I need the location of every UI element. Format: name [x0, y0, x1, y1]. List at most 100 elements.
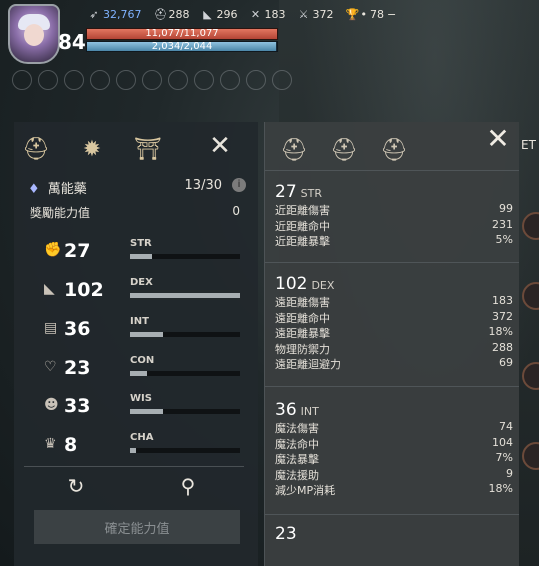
- reset-icon[interactable]: ↻: [64, 474, 88, 498]
- stat-bar-fill: [130, 448, 136, 453]
- detail-row: 近距離傷害 99: [275, 202, 513, 218]
- stat-row-dex[interactable]: ◣ 102 DEX: [44, 277, 244, 307]
- bonus-label: 獎勵能力值: [30, 206, 91, 220]
- swords-icon: ✕: [250, 7, 261, 21]
- boot-resource: ◣ 296: [202, 7, 237, 21]
- crossed-swords-icon: ⚔: [298, 7, 309, 21]
- stat-bar: [130, 293, 240, 298]
- elixir-row: ♦ 萬能藥 13/30 i: [28, 178, 246, 197]
- boot-icon: ◣: [203, 7, 212, 21]
- side-orbs: [518, 132, 539, 566]
- detail-row: 遠距離傷害 183: [275, 294, 513, 310]
- buff-slot: [38, 70, 58, 90]
- detail-label: 近距離暴擊: [275, 235, 330, 249]
- stat-name: STR: [130, 238, 152, 249]
- stat-row-wis[interactable]: ☻ 33 WIS: [44, 393, 244, 423]
- buff-slot: [90, 70, 110, 90]
- info-icon[interactable]: i: [232, 178, 246, 192]
- mp-text: 2,034/2,044: [151, 41, 213, 52]
- detail-label: 遠距離命中: [275, 311, 330, 325]
- detail-label: 物理防禦力: [275, 342, 330, 356]
- divider: [265, 170, 519, 171]
- trophy-prefix: •: [360, 8, 368, 21]
- feather-value: 32,767: [103, 8, 142, 21]
- skill-orb[interactable]: [522, 362, 539, 390]
- avatar[interactable]: [8, 4, 60, 64]
- stat-name: CHA: [130, 432, 154, 443]
- stat-bar-fill: [130, 254, 152, 259]
- helmet-gear-tab-icon[interactable]: ⛑: [279, 136, 309, 166]
- skill-orb[interactable]: [522, 212, 539, 240]
- stat-value: 8: [64, 434, 78, 456]
- fist-icon: ✊: [44, 242, 62, 258]
- detail-value: 104: [492, 435, 513, 449]
- buff-slot: [272, 70, 292, 90]
- detail-row: 魔法傷害 74: [275, 420, 513, 436]
- elixir-icon: ♦: [28, 182, 40, 197]
- stat-row-int[interactable]: ▤ 36 INT: [44, 316, 244, 346]
- hp-text: 11,077/11,077: [145, 28, 219, 39]
- star-burst-tab-icon[interactable]: ✹: [78, 136, 106, 164]
- feather-icon: ➶: [89, 7, 99, 21]
- helmet-plus-tab-icon[interactable]: ⛑: [329, 136, 359, 166]
- detail-row: 遠距離迴避力 69: [275, 356, 513, 372]
- trophy-dash: −: [387, 8, 397, 21]
- buff-slot: [64, 70, 84, 90]
- detail-value: 99: [499, 202, 513, 215]
- detail-value: 18%: [488, 482, 513, 496]
- confirm-stats-button[interactable]: 確定能力值: [34, 510, 240, 544]
- stat-row-cha[interactable]: ♛ 8 CHA: [44, 432, 244, 462]
- dex-detail-section: 102 DEX 遠距離傷害 183 遠距離命中 372 遠距離暴擊 18% 物理防禦力 2…: [275, 274, 513, 372]
- detail-row: 遠距離命中 372: [275, 310, 513, 326]
- stat-row-str[interactable]: ✊ 27 STR: [44, 238, 244, 268]
- detail-value: 7%: [495, 451, 513, 465]
- section-heading: 27 STR: [275, 182, 513, 202]
- section-abbr: INT: [300, 405, 319, 418]
- stat-name: INT: [130, 316, 149, 327]
- section-heading: 36 INT: [275, 400, 513, 420]
- helmet-resource: ⛑ 288: [154, 8, 190, 21]
- search-icon[interactable]: ⚲: [176, 474, 200, 498]
- stat-name: CON: [130, 355, 155, 366]
- buff-slot: [220, 70, 240, 90]
- stat-bar-fill: [130, 293, 240, 298]
- stat-value: 27: [64, 240, 91, 262]
- skill-orb[interactable]: [522, 282, 539, 310]
- close-icon[interactable]: ✕: [485, 125, 511, 153]
- detail-label: 魔法援助: [275, 468, 319, 482]
- trophy-value: 78: [370, 8, 384, 21]
- head-icon: ☻: [44, 397, 59, 413]
- section-value: 23: [275, 524, 297, 540]
- str-detail-section: 27 STR 近距離傷害 99 近距離命中 231 近距離暴擊 5%: [275, 182, 513, 249]
- stat-row-con[interactable]: ♡ 23 CON: [44, 355, 244, 385]
- buff-slot: [194, 70, 214, 90]
- swords-resource: ✕ 183: [250, 8, 286, 21]
- stat-bar: [130, 254, 240, 259]
- stat-bar: [130, 332, 240, 337]
- detail-row: 遠距離暴擊 18%: [275, 325, 513, 341]
- helmet-shield-tab-icon[interactable]: ⛑: [379, 136, 409, 166]
- detail-label: 遠距離迴避力: [275, 358, 341, 372]
- int-detail-section: 36 INT 魔法傷害 74 魔法命中 104 魔法暴擊 7% 魔法援助 9 減少MP消耗…: [275, 400, 513, 498]
- section-heading: 102 DEX: [275, 274, 513, 294]
- stat-bar-fill: [130, 371, 147, 376]
- close-icon[interactable]: ✕: [208, 133, 232, 159]
- stat-value: 23: [64, 357, 91, 379]
- section-value: 102: [275, 274, 308, 294]
- detail-value: 74: [499, 420, 513, 433]
- hp-bar: 11,077/11,077: [86, 28, 278, 40]
- shrine-tab-icon[interactable]: ⛩: [134, 136, 162, 164]
- stat-name: WIS: [130, 393, 152, 404]
- elixir-count: 13/30: [184, 178, 222, 193]
- panel-actions: ↻ ⚲: [14, 472, 258, 502]
- helmet-tab-icon[interactable]: ⛑: [22, 136, 50, 164]
- detail-value: 288: [492, 340, 513, 354]
- player-level: 84: [58, 30, 86, 54]
- detail-value: 69: [499, 356, 513, 370]
- detail-label: 遠距離傷害: [275, 296, 330, 309]
- trophy-icon: 🏆: [345, 7, 360, 21]
- divider: [265, 386, 519, 387]
- section-value: 36: [275, 400, 297, 420]
- stat-value: 36: [64, 318, 91, 340]
- skill-orb[interactable]: [522, 442, 539, 470]
